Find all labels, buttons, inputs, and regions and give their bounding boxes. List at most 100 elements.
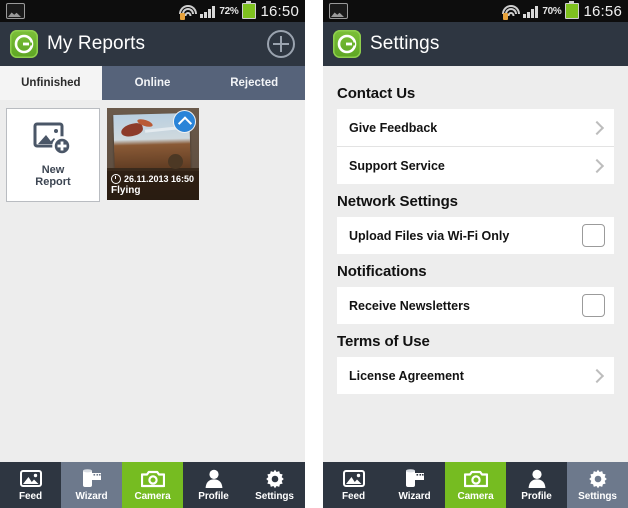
- bottom-nav-right-phone: Feed Wizard Camera Profile Settings: [323, 462, 628, 508]
- gallery-icon: [6, 3, 25, 19]
- settings-row-label: Receive Newsletters: [349, 298, 470, 313]
- feed-photo-icon: [19, 469, 42, 489]
- phone-divider: [305, 0, 323, 508]
- settings-row-support-service[interactable]: Support Service: [337, 147, 614, 184]
- app-logo-icon: [10, 30, 38, 58]
- status-bar-left: [6, 3, 25, 19]
- gallery-icon: [329, 3, 348, 19]
- status-bar: 72% 16:50: [0, 0, 305, 22]
- nav-item-settings[interactable]: Settings: [567, 462, 628, 508]
- section-title-contact-us: Contact Us: [337, 85, 416, 102]
- status-bar-left-right-phone: [329, 3, 348, 19]
- nav-item-feed[interactable]: Feed: [0, 462, 61, 508]
- clock-icon: [111, 174, 121, 184]
- plus-icon[interactable]: [267, 30, 295, 58]
- battery-percent: 72%: [219, 5, 239, 17]
- nav-label-profile: Profile: [198, 490, 229, 502]
- nav-label-feed: Feed: [19, 490, 42, 502]
- new-report-image-icon: [33, 122, 73, 161]
- signal-bars-icon: [523, 5, 539, 18]
- upload-chevron-icon: [173, 110, 196, 133]
- status-clock: 16:56: [583, 2, 622, 20]
- new-report-tile[interactable]: New Report: [6, 108, 100, 202]
- status-bar-right: 72% 16:50: [178, 1, 299, 20]
- nav-label-camera: Camera: [457, 490, 494, 502]
- nav-label-settings: Settings: [578, 490, 617, 502]
- checkbox-wrapper[interactable]: [572, 294, 614, 317]
- chevron-right-icon: [580, 371, 614, 381]
- status-bar-right-group: 70% 16:56: [501, 1, 622, 20]
- page-title: My Reports: [47, 33, 146, 54]
- tab-bar: Unfinished Online Rejected: [0, 66, 305, 100]
- camera-icon: [463, 469, 488, 489]
- checkbox-wrapper[interactable]: [572, 224, 614, 247]
- nav-item-wizard[interactable]: Wizard: [61, 462, 122, 508]
- tab-online[interactable]: Online: [102, 66, 204, 100]
- nav-item-camera[interactable]: Camera: [122, 462, 183, 508]
- nav-label-profile: Profile: [521, 490, 552, 502]
- app-bar-settings: Settings: [323, 22, 628, 66]
- app-logo-icon: [333, 30, 361, 58]
- section-title-network-settings: Network Settings: [337, 193, 458, 210]
- reports-list: New Report 26.11.2013 16:50 Flying: [0, 100, 305, 462]
- section-title-terms-of-use: Terms of Use: [337, 333, 430, 350]
- report-meta: 26.11.2013 16:50 Flying: [107, 171, 199, 200]
- settings-card-network: Upload Files via Wi-Fi Only: [337, 217, 614, 254]
- film-roll-icon: [81, 469, 103, 489]
- person-icon: [528, 469, 546, 489]
- report-title: Flying: [111, 185, 141, 196]
- gear-icon: [265, 469, 285, 489]
- checkbox-receive-newsletters[interactable]: [581, 294, 605, 317]
- nav-label-feed: Feed: [342, 490, 365, 502]
- new-report-label-line2: Report: [35, 176, 71, 188]
- app-bar: My Reports: [0, 22, 305, 66]
- settings-row-label: Support Service: [349, 158, 445, 173]
- signal-bars-icon: [200, 5, 216, 18]
- status-bar-right-phone: 70% 16:56: [323, 0, 628, 22]
- status-clock: 16:50: [260, 2, 299, 20]
- battery-percent: 70%: [542, 5, 562, 17]
- settings-row-license-agreement[interactable]: License Agreement: [337, 357, 614, 394]
- report-tile[interactable]: 26.11.2013 16:50 Flying: [107, 108, 199, 200]
- tab-rejected[interactable]: Rejected: [203, 66, 305, 100]
- settings-row-label: License Agreement: [349, 368, 464, 383]
- report-datetime: 26.11.2013 16:50: [124, 174, 195, 184]
- settings-row-label: Give Feedback: [349, 120, 438, 135]
- film-roll-icon: [404, 469, 426, 489]
- checkbox-upload-wifi-only[interactable]: [581, 224, 605, 247]
- new-report-label-line1: New: [41, 164, 65, 176]
- settings-row-receive-newsletters[interactable]: Receive Newsletters: [337, 287, 614, 324]
- chevron-right-icon: [580, 123, 614, 133]
- feed-photo-icon: [342, 469, 365, 489]
- settings-list: Contact Us Give Feedback Support Service…: [323, 66, 628, 462]
- nav-item-settings[interactable]: Settings: [244, 462, 305, 508]
- person-icon: [205, 469, 223, 489]
- wifi-icon: [501, 4, 520, 20]
- tab-unfinished[interactable]: Unfinished: [0, 66, 102, 100]
- dual-phone-screenshot: 72% 16:50 My Reports Unfinished Online R…: [0, 0, 628, 508]
- right-phone-screen: 70% 16:56 Settings Contact Us Give Feedb…: [323, 0, 628, 508]
- settings-row-give-feedback[interactable]: Give Feedback: [337, 109, 614, 147]
- nav-item-wizard[interactable]: Wizard: [384, 462, 445, 508]
- page-title-settings: Settings: [370, 33, 440, 54]
- settings-row-upload-wifi-only[interactable]: Upload Files via Wi-Fi Only: [337, 217, 614, 254]
- nav-label-wizard: Wizard: [398, 490, 431, 502]
- bottom-nav: Feed Wizard Camera Profile Settings: [0, 462, 305, 508]
- nav-item-profile[interactable]: Profile: [183, 462, 244, 508]
- nav-label-settings: Settings: [255, 490, 294, 502]
- settings-card-contact-us: Give Feedback Support Service: [337, 109, 614, 184]
- nav-item-profile[interactable]: Profile: [506, 462, 567, 508]
- nav-label-camera: Camera: [134, 490, 171, 502]
- nav-item-camera[interactable]: Camera: [445, 462, 506, 508]
- settings-row-label: Upload Files via Wi-Fi Only: [349, 228, 510, 243]
- chevron-right-icon: [580, 161, 614, 171]
- gear-icon: [588, 469, 608, 489]
- nav-item-feed[interactable]: Feed: [323, 462, 384, 508]
- left-phone-screen: 72% 16:50 My Reports Unfinished Online R…: [0, 0, 305, 508]
- battery-icon: [565, 1, 580, 19]
- wifi-icon: [178, 4, 197, 20]
- battery-icon: [242, 1, 257, 19]
- camera-icon: [140, 469, 165, 489]
- tile-row: New Report 26.11.2013 16:50 Flying: [0, 108, 305, 202]
- settings-card-terms: License Agreement: [337, 357, 614, 394]
